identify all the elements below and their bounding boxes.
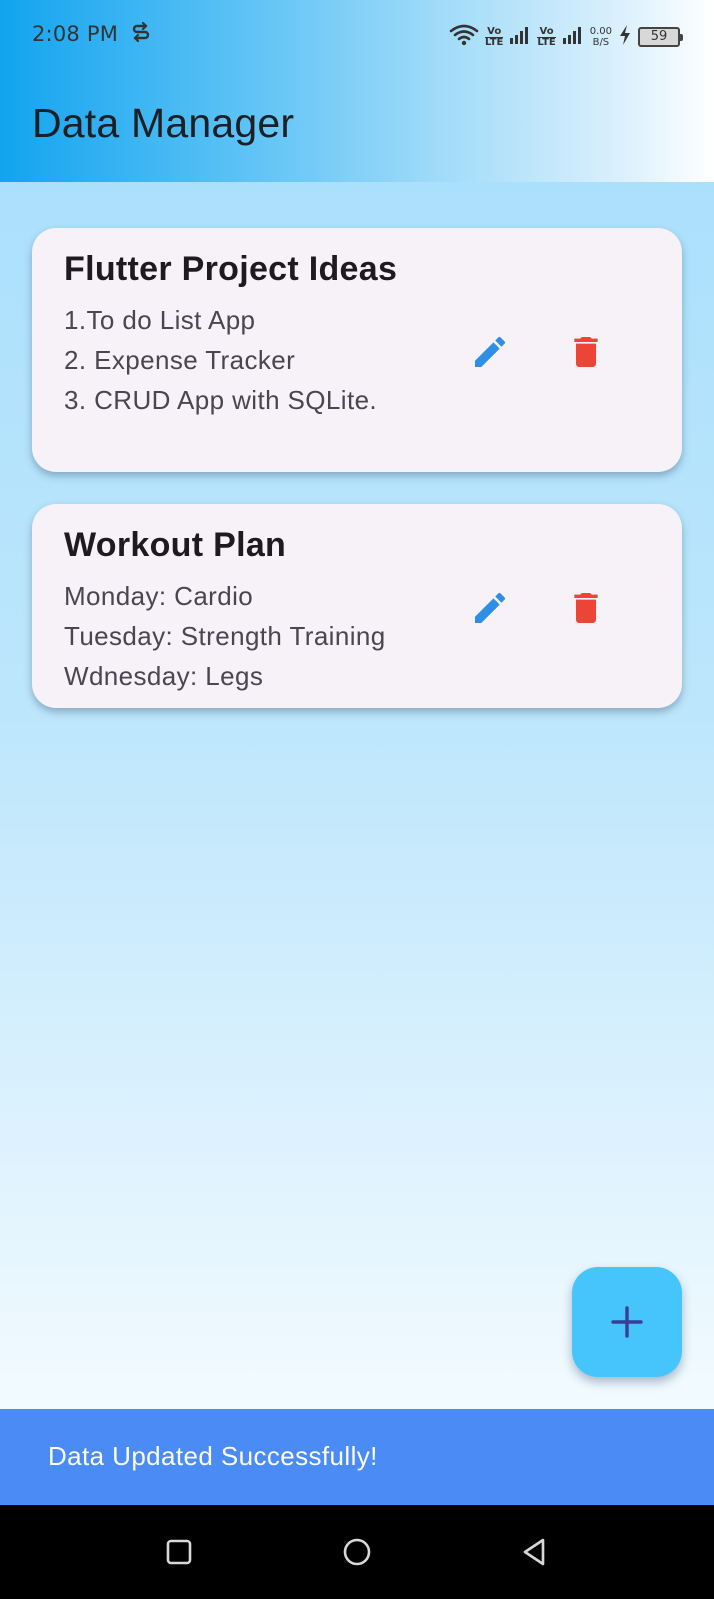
system-nav-bar <box>0 1505 714 1599</box>
note-card[interactable]: Workout Plan Monday: Cardio Tuesday: Str… <box>32 504 682 708</box>
note-card[interactable]: Flutter Project Ideas 1.To do List App 2… <box>32 228 682 472</box>
wifi-icon <box>449 24 479 51</box>
note-content: Monday: Cardio Tuesday: Strength Trainin… <box>64 576 386 696</box>
net-speed: 0.00 B/S <box>589 26 612 48</box>
charging-icon <box>618 24 632 51</box>
note-line: Tuesday: Strength Training <box>64 621 386 651</box>
status-time: 2:08 PM <box>32 22 119 46</box>
snackbar-message: Data Updated Successfully! <box>48 1441 378 1471</box>
pencil-icon <box>475 592 506 623</box>
trash-icon <box>574 337 598 367</box>
page-title: Data Manager <box>32 100 295 146</box>
home-button[interactable] <box>332 1527 382 1577</box>
note-line: 1.To do List App <box>64 305 256 335</box>
note-line: 2. Expense Tracker <box>64 345 296 375</box>
back-button[interactable] <box>510 1527 560 1577</box>
back-triangle-icon <box>523 1538 545 1566</box>
note-line: Wdnesday: Legs <box>64 661 264 691</box>
note-line: 3. CRUD App with SQLite. <box>64 385 378 415</box>
edit-button[interactable] <box>462 324 518 380</box>
battery-icon: 59 <box>638 27 683 47</box>
note-line: Monday: Cardio <box>64 581 254 611</box>
status-bar: 2:08 PM Vo LTE Vo LTE 0.00 B/S 59 <box>0 0 714 72</box>
delete-button[interactable] <box>558 580 614 636</box>
note-content: 1.To do List App 2. Expense Tracker 3. C… <box>64 300 377 420</box>
edit-button[interactable] <box>462 580 518 636</box>
delete-button[interactable] <box>558 324 614 380</box>
volte-icon-2: Vo LTE <box>537 25 556 48</box>
square-icon <box>166 1539 192 1565</box>
status-icons: Vo LTE Vo LTE 0.00 B/S 59 <box>449 22 683 52</box>
signal-icon <box>509 25 531 50</box>
trash-icon <box>574 593 598 623</box>
app-screen: 2:08 PM Vo LTE Vo LTE 0.00 B/S 59 Data M… <box>0 0 714 1599</box>
sync-icon <box>132 21 150 49</box>
signal-icon-2 <box>562 25 584 50</box>
plus-icon <box>611 1306 643 1338</box>
volte-icon: Vo LTE <box>484 25 504 48</box>
add-button[interactable] <box>572 1267 682 1377</box>
header: 2:08 PM Vo LTE Vo LTE 0.00 B/S 59 Data M… <box>0 0 714 182</box>
recents-button[interactable] <box>154 1527 204 1577</box>
snackbar: Data Updated Successfully! <box>0 1409 714 1505</box>
note-title: Flutter Project Ideas <box>64 250 398 288</box>
circle-icon <box>343 1538 371 1566</box>
note-title: Workout Plan <box>64 526 287 564</box>
pencil-icon <box>475 336 506 367</box>
